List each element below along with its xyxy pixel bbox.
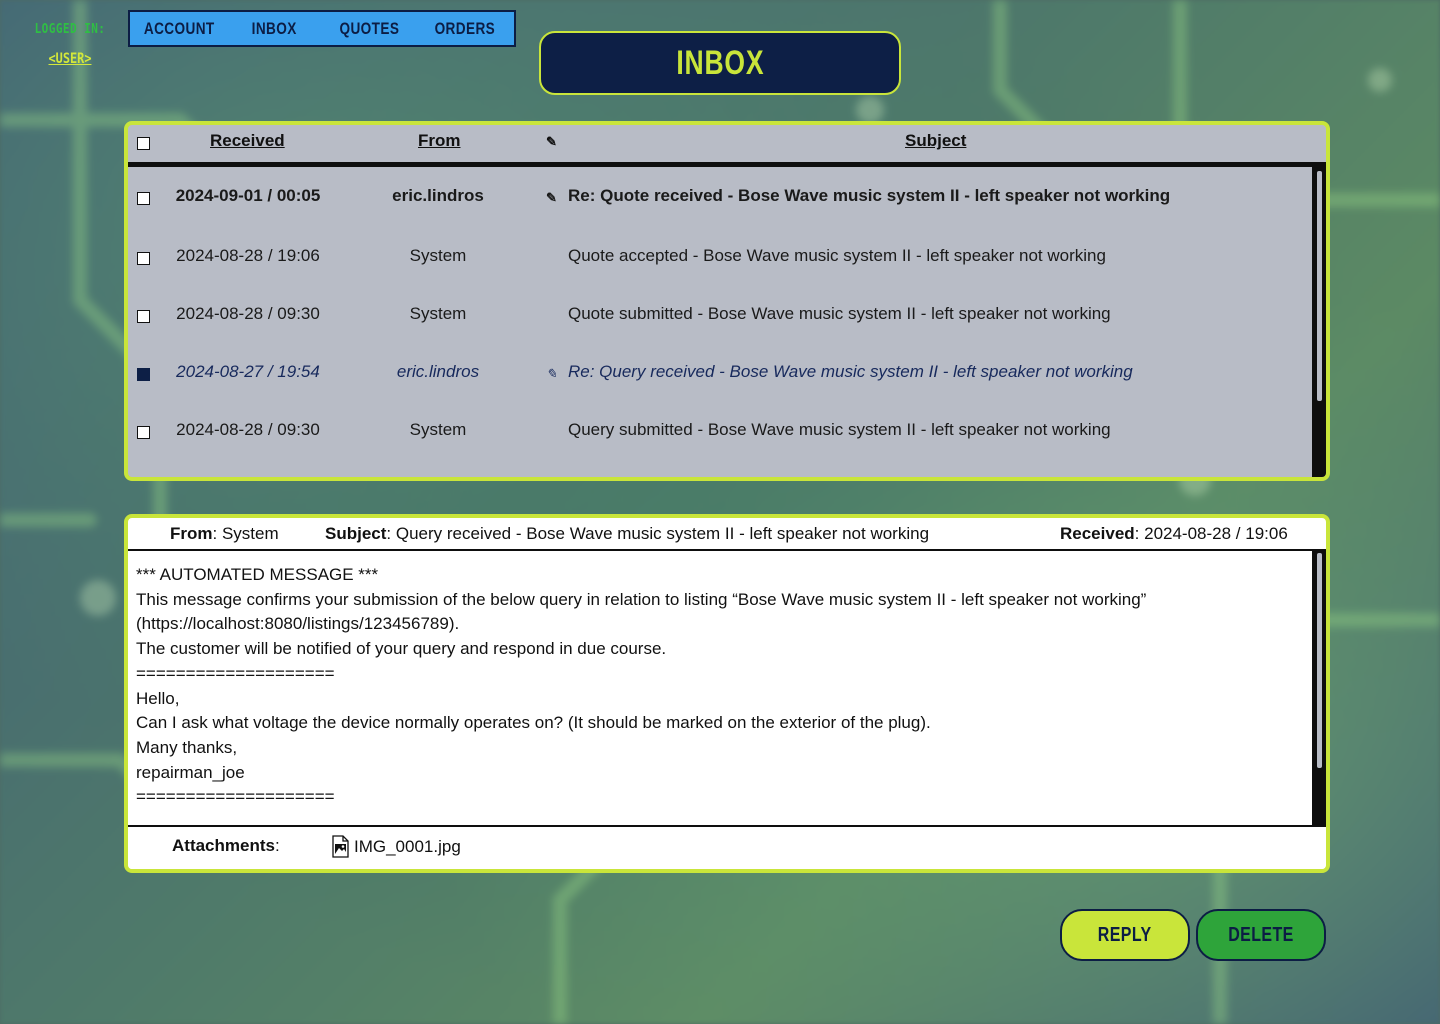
logged-in-panel: LOGGED IN: <USER> bbox=[20, 22, 120, 67]
row-subject: Query submitted - Bose Wave music system… bbox=[568, 420, 1111, 439]
inbox-rows: 2024-09-01 / 00:05 eric.lindros ✎ Re: Qu… bbox=[128, 167, 1326, 477]
tab-quotes[interactable]: QUOTES bbox=[323, 14, 416, 43]
select-all-checkbox[interactable] bbox=[137, 137, 150, 150]
tab-orders[interactable]: ORDERS bbox=[418, 14, 511, 43]
message-received: Received: 2024-08-28 / 19:06 bbox=[1060, 524, 1288, 544]
inbox-table: Received From ✎ Subject 2024-09-01 / 00:… bbox=[124, 121, 1330, 481]
message-header: From: System Subject: Query received - B… bbox=[128, 518, 1326, 551]
message-body[interactable]: *** AUTOMATED MESSAGE *** This message c… bbox=[128, 551, 1312, 825]
message-line: ==================== bbox=[136, 787, 335, 807]
message-from: From: System bbox=[170, 524, 279, 544]
row-from: eric.lindros bbox=[392, 186, 484, 205]
column-header-subject[interactable]: Subject bbox=[905, 131, 966, 151]
row-subject: Re: Query received - Bose Wave music sys… bbox=[568, 362, 1133, 381]
message-line: repairman_joe bbox=[136, 762, 245, 782]
attachment-filename: IMG_0001.jpg bbox=[354, 836, 461, 856]
inbox-row-selected[interactable]: 2024-08-27 / 19:54 eric.lindros ✎ Re: Qu… bbox=[128, 358, 1312, 388]
row-from: System bbox=[409, 304, 467, 323]
message-viewer: From: System Subject: Query received - B… bbox=[124, 514, 1330, 873]
inbox-table-header: Received From ✎ Subject bbox=[128, 125, 1326, 167]
inbox-scrollbar[interactable] bbox=[1312, 167, 1326, 477]
row-received: 2024-08-28 / 19:06 bbox=[176, 246, 320, 265]
message-scrollbar[interactable] bbox=[1312, 551, 1326, 825]
logged-in-label: LOGGED IN: bbox=[34, 22, 106, 37]
row-from: System bbox=[409, 420, 467, 439]
row-received: 2024-08-28 / 09:30 bbox=[176, 420, 320, 439]
message-scrollbar-thumb[interactable] bbox=[1317, 553, 1322, 768]
inbox-row[interactable]: 2024-08-28 / 09:30 System Quote submitte… bbox=[128, 300, 1312, 330]
tab-account[interactable]: ACCOUNT bbox=[133, 14, 226, 43]
row-subject: Quote accepted - Bose Wave music system … bbox=[568, 246, 1106, 265]
inbox-row[interactable]: 2024-08-28 / 09:30 System Query submitte… bbox=[128, 416, 1312, 446]
tab-account-label: ACCOUNT bbox=[143, 18, 215, 38]
message-line: This message confirms your submission of… bbox=[136, 589, 1147, 609]
page-title-box: INBOX bbox=[539, 31, 901, 95]
message-received-label: Received bbox=[1060, 524, 1135, 543]
attachments-colon: : bbox=[274, 836, 280, 855]
message-subject-value: : Query received - Bose Wave music syste… bbox=[386, 524, 930, 543]
row-received: 2024-08-27 / 19:54 bbox=[176, 362, 320, 381]
message-subject-label: Subject bbox=[325, 524, 387, 543]
row-received: 2024-09-01 / 00:05 bbox=[175, 186, 321, 205]
message-subject: Subject: Query received - Bose Wave musi… bbox=[325, 524, 929, 544]
message-line: Many thanks, bbox=[136, 737, 238, 757]
reply-button[interactable]: REPLY bbox=[1060, 909, 1190, 961]
message-received-value: : 2024-08-28 / 19:06 bbox=[1134, 524, 1288, 543]
message-line: Hello, bbox=[136, 688, 180, 708]
attachment-link[interactable]: IMG_0001.jpg bbox=[332, 835, 461, 858]
inbox-row[interactable]: 2024-08-28 / 19:06 System Quote accepted… bbox=[128, 242, 1312, 272]
paperclip-icon: ✎ bbox=[546, 190, 557, 205]
reply-button-label: REPLY bbox=[1098, 923, 1152, 946]
paperclip-icon: ✎ bbox=[546, 366, 557, 381]
column-header-received[interactable]: Received bbox=[210, 131, 285, 151]
inbox-scrollbar-thumb[interactable] bbox=[1317, 171, 1322, 401]
tab-inbox[interactable]: INBOX bbox=[228, 14, 321, 43]
delete-button[interactable]: DELETE bbox=[1196, 909, 1326, 961]
paperclip-icon[interactable]: ✎ bbox=[546, 134, 557, 150]
message-from-label: From bbox=[170, 524, 213, 543]
page-title: INBOX bbox=[676, 43, 764, 82]
tab-quotes-label: QUOTES bbox=[339, 18, 400, 38]
row-subject: Quote submitted - Bose Wave music system… bbox=[568, 304, 1111, 323]
message-line: *** AUTOMATED MESSAGE *** bbox=[136, 565, 379, 584]
message-from-value: : System bbox=[212, 524, 279, 543]
message-line: Can I ask what voltage the device normal… bbox=[136, 713, 931, 733]
tab-inbox-label: INBOX bbox=[251, 18, 297, 38]
attachments-bar: Attachments: IMG_0001.jpg bbox=[128, 825, 1326, 869]
inbox-row[interactable]: 2024-09-01 / 00:05 eric.lindros ✎ Re: Qu… bbox=[128, 182, 1312, 212]
top-navigation: ACCOUNT INBOX QUOTES ORDERS bbox=[128, 10, 516, 47]
row-subject: Re: Quote received - Bose Wave music sys… bbox=[568, 186, 1171, 205]
tab-orders-label: ORDERS bbox=[434, 18, 496, 38]
attachments-label: Attachments: bbox=[172, 836, 280, 856]
message-line: ==================== bbox=[136, 663, 335, 683]
row-from: eric.lindros bbox=[396, 362, 480, 381]
image-file-icon bbox=[332, 835, 349, 858]
attachments-label-text: Attachments bbox=[172, 836, 275, 855]
column-header-from[interactable]: From bbox=[418, 131, 461, 151]
message-line: (https://localhost:8080/listings/1234567… bbox=[136, 614, 460, 634]
username-link[interactable]: <USER> bbox=[28, 51, 113, 67]
delete-button-label: DELETE bbox=[1228, 923, 1294, 946]
row-from: System bbox=[409, 246, 467, 265]
row-received: 2024-08-28 / 09:30 bbox=[176, 304, 320, 323]
message-line: The customer will be notified of your qu… bbox=[136, 639, 667, 659]
